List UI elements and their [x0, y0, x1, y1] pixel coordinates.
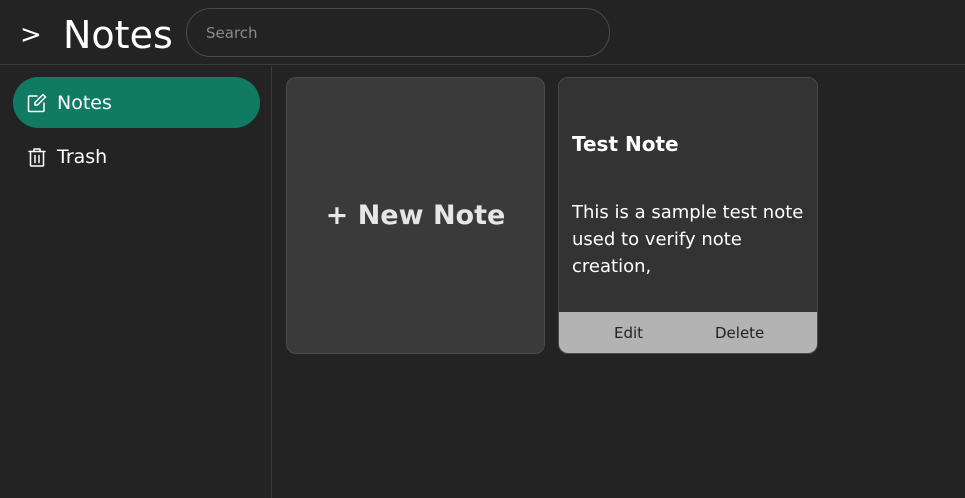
new-note-button[interactable]: + New Note [286, 77, 545, 354]
trash-icon [26, 146, 48, 168]
search-input[interactable] [187, 9, 609, 56]
header: > Notes [0, 0, 965, 65]
sidebar-item-notes[interactable]: Notes [13, 77, 260, 128]
sidebar-toggle-button[interactable]: > [20, 18, 42, 52]
sidebar: Notes Trash [0, 66, 272, 498]
page-title: Notes [63, 13, 173, 57]
sidebar-item-label: Trash [57, 145, 108, 168]
note-body: This is a sample test note used to verif… [572, 202, 804, 277]
edit-button[interactable]: Edit [614, 324, 643, 342]
notes-app: > Notes Notes [0, 0, 965, 498]
sidebar-item-trash[interactable]: Trash [13, 131, 260, 182]
new-note-label: + New Note [325, 200, 506, 231]
note-card[interactable]: Test Note This is a sample test note use… [558, 77, 818, 354]
search-bar[interactable] [186, 8, 610, 57]
note-actions-bar: Edit Delete [559, 312, 817, 353]
note-title: Test Note [572, 132, 679, 156]
notes-grid: + New Note Test Note This is a sample te… [273, 66, 965, 498]
delete-button[interactable]: Delete [715, 324, 764, 342]
sidebar-item-label: Notes [57, 91, 112, 114]
edit-note-icon [26, 92, 48, 114]
